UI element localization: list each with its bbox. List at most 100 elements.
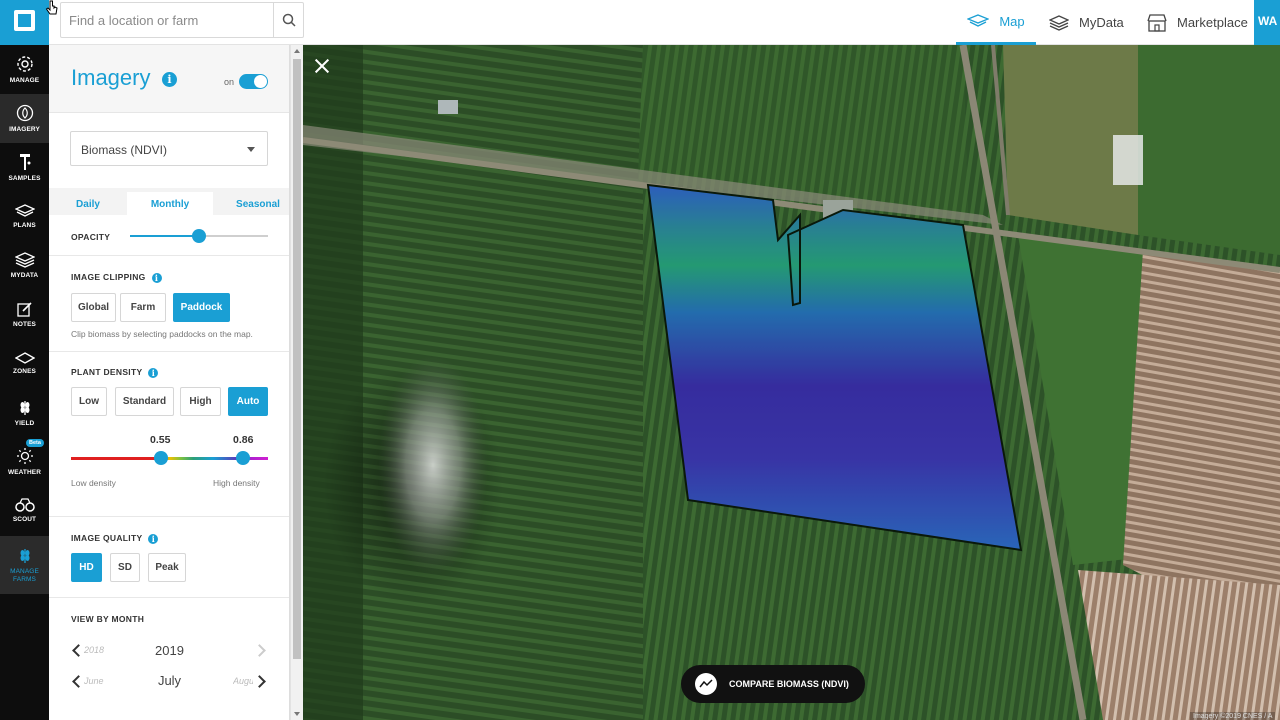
search-box [60,2,304,38]
rail-scout[interactable]: SCOUT [0,486,49,535]
wheat-icon [20,401,29,415]
rail-notes-label: NOTES [13,321,36,328]
nav-mydata-label: MyData [1079,15,1124,30]
clipping-note: Clip biomass by selecting paddocks on th… [71,329,253,339]
quality-sd-button[interactable]: SD [110,553,140,582]
mydata-icon [1049,14,1069,31]
imagery-toggle[interactable] [239,74,268,89]
nav-map-label: Map [999,13,1025,29]
info-icon[interactable]: i [162,72,177,87]
clip-farm-button[interactable]: Farm [120,293,166,322]
low-density-label: Low density [71,478,116,488]
scroll-down-arrow-icon[interactable] [294,712,300,716]
note-edit-icon [16,302,32,317]
density-high-handle[interactable] [236,451,250,465]
panel-scrollbar[interactable] [290,45,303,720]
info-icon[interactable]: i [148,534,159,544]
rail-yield[interactable]: YIELD [0,388,49,437]
mydata-stack-icon [14,252,35,268]
tab-monthly[interactable]: Monthly [127,192,213,215]
rail-zones-label: ZONES [13,368,36,375]
wheat-farm-icon [20,549,29,563]
density-low-button[interactable]: Low [71,387,107,416]
density-high-button[interactable]: High [180,387,221,416]
high-density-label: High density [213,478,260,488]
map-attribution: Imagery ©2019 CNES / A [1190,712,1276,720]
layer-select-value: Biomass (NDVI) [81,143,168,157]
rail-manage[interactable]: MANAGE [0,45,49,94]
density-auto-button[interactable]: Auto [228,387,268,416]
map-layers-icon [967,14,990,27]
info-icon[interactable]: i [148,368,159,378]
density-low-value: 0.55 [150,434,171,446]
panel-header: Imagery i on [49,45,289,113]
tab-daily[interactable]: Daily [49,192,127,215]
density-low-handle[interactable] [154,451,168,465]
binoculars-icon [14,498,35,512]
gear-icon [16,56,33,72]
rail-manage-farms[interactable]: MANAGE FARMS [0,536,49,594]
top-bar: Map MyData Marketplace WA [0,0,1280,45]
imagery-leaf-icon [16,104,33,122]
sun-icon [16,448,33,464]
rail-plans-label: PLANS [13,222,36,229]
rail-zones[interactable]: ZONES [0,339,49,388]
image-quality-label: IMAGE QUALITY [71,533,143,543]
nav-map[interactable]: Map [956,0,1036,45]
satellite-map[interactable]: COMPARE BIOMASS (NDVI) Imagery ©2019 CNE… [303,45,1280,720]
rail-yield-label: YIELD [14,420,35,427]
search-button[interactable] [273,3,303,37]
beta-badge: Beta [26,439,44,447]
mouse-cursor-icon [45,0,58,15]
rail-imagery[interactable]: IMAGERY [0,94,49,143]
plant-density-label: PLANT DENSITY [71,367,143,377]
scrollbar-thumb[interactable] [293,59,301,659]
plans-layers-icon [14,204,35,217]
storefront-icon [1147,13,1167,32]
view-by-month-label: VIEW BY MONTH [71,614,145,624]
account-button[interactable]: WA [1254,0,1280,45]
info-icon[interactable]: i [151,273,162,283]
rail-weather[interactable]: Beta WEATHER [0,437,49,486]
app-logo[interactable] [0,0,49,45]
rail-imagery-label: IMAGERY [9,126,40,133]
close-map-overlay-button[interactable] [313,57,331,75]
search-icon [282,13,296,27]
period-tabs: Daily Monthly Seasonal [49,188,289,215]
trend-icon [695,673,717,695]
clip-global-button[interactable]: Global [71,293,116,322]
compare-biomass-label: COMPARE BIOMASS (NDVI) [729,679,849,689]
rail-samples[interactable]: SAMPLES [0,143,49,192]
image-clipping-heading: IMAGE CLIPPING i [71,272,162,283]
rail-samples-label: SAMPLES [8,175,41,182]
opacity-slider-handle[interactable] [192,229,206,243]
compare-biomass-button[interactable]: COMPARE BIOMASS (NDVI) [681,665,865,703]
nav-marketplace[interactable]: Marketplace [1147,0,1248,45]
image-clipping-label: IMAGE CLIPPING [71,272,146,282]
rail-scout-label: SCOUT [12,516,37,523]
rail-mydata-label: MYDATA [10,272,39,279]
plant-density-heading: PLANT DENSITY i [71,367,159,378]
image-quality-section: IMAGE QUALITY i HD SD Peak [49,516,289,597]
chevron-down-icon [247,147,255,152]
search-input[interactable] [61,3,273,37]
tab-seasonal[interactable]: Seasonal [213,192,289,215]
rail-manage-label: MANAGE [9,77,40,84]
clip-paddock-button[interactable]: Paddock [173,293,230,322]
density-standard-button[interactable]: Standard [115,387,174,416]
rail-weather-label: WEATHER [7,469,42,476]
nav-marketplace-label: Marketplace [1177,15,1248,30]
zones-icon [14,352,35,364]
rail-notes[interactable]: NOTES [0,290,49,339]
toggle-label: on [224,77,235,87]
quality-peak-button[interactable]: Peak [148,553,186,582]
panel-title: Imagery [71,65,151,90]
view-by-month-section: VIEW BY MONTH [49,597,289,720]
next-month-label: August [233,676,253,686]
layer-select[interactable]: Biomass (NDVI) [70,131,268,166]
rail-plans[interactable]: PLANS [0,192,49,241]
nav-mydata[interactable]: MyData [1049,0,1124,45]
quality-hd-button[interactable]: HD [71,553,102,582]
rail-mydata[interactable]: MYDATA [0,241,49,290]
scroll-up-arrow-icon[interactable] [294,49,300,53]
